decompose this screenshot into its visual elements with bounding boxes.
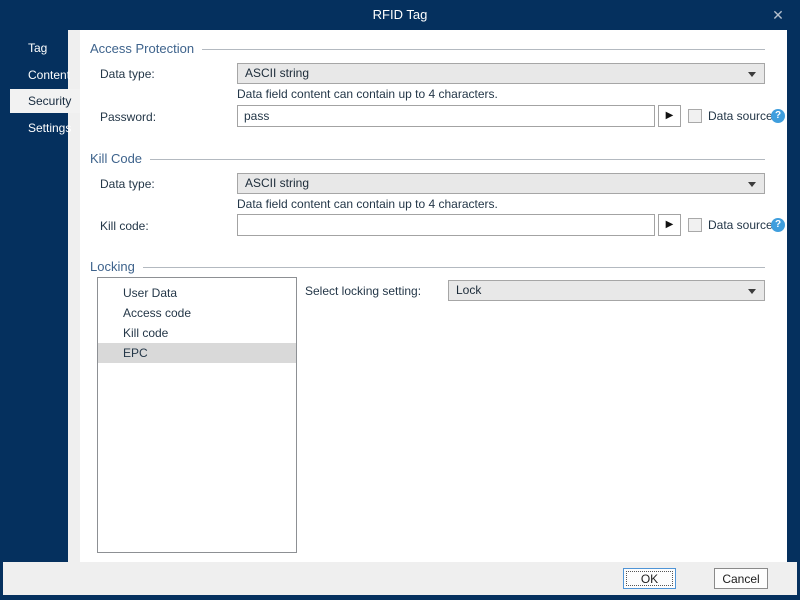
section-title: Locking — [90, 258, 135, 274]
chevron-down-icon — [748, 182, 756, 187]
kill-code-input[interactable] — [237, 214, 655, 236]
password-label: Password: — [100, 110, 157, 124]
sidebar-item-content[interactable]: Content — [10, 63, 80, 87]
titlebar: RFID Tag ✕ — [0, 0, 800, 30]
cancel-button[interactable]: Cancel — [714, 568, 768, 589]
kill-data-type-select[interactable]: ASCII string — [237, 173, 765, 194]
section-kill-code-header: Kill Code — [90, 150, 765, 166]
password-input[interactable] — [237, 105, 655, 127]
select-locking-setting-label: Select locking setting: — [305, 284, 422, 298]
list-item-user-data[interactable]: User Data — [98, 283, 296, 303]
help-icon[interactable]: ? — [771, 109, 785, 123]
section-title: Access Protection — [90, 40, 195, 56]
section-access-protection-header: Access Protection — [90, 40, 765, 56]
kill-code-label: Kill code: — [100, 219, 149, 233]
data-source-label: Data source — [708, 218, 773, 232]
kill-data-type-selected-value: ASCII string — [245, 176, 310, 190]
sidebar-item-security[interactable]: Security — [10, 89, 80, 113]
dialog-title: RFID Tag — [372, 7, 428, 22]
data-type-select[interactable]: ASCII string — [237, 63, 765, 84]
section-title: Kill Code — [90, 150, 143, 166]
help-icon[interactable]: ? — [771, 218, 785, 232]
chevron-down-icon — [748, 289, 756, 294]
data-type-label: Data type: — [100, 67, 155, 81]
insert-data-button[interactable]: ▶ — [658, 214, 681, 236]
data-type-label: Data type: — [100, 177, 155, 191]
helper-text: Data field content can contain up to 4 c… — [237, 197, 498, 211]
list-item-access-code[interactable]: Access code — [98, 303, 296, 323]
section-rule — [142, 266, 765, 268]
list-item-kill-code[interactable]: Kill code — [98, 323, 296, 343]
sidebar-item-tag[interactable]: Tag — [10, 36, 80, 60]
ok-button[interactable]: OK — [623, 568, 676, 589]
helper-text: Data field content can contain up to 4 c… — [237, 87, 498, 101]
sidebar-item-settings[interactable]: Settings — [10, 116, 80, 140]
play-icon: ▶ — [665, 219, 674, 230]
insert-data-button[interactable]: ▶ — [658, 105, 681, 127]
play-icon: ▶ — [665, 110, 674, 121]
footer-bar: OK Cancel — [3, 562, 797, 595]
data-source-checkbox[interactable] — [688, 109, 702, 123]
data-type-selected-value: ASCII string — [245, 66, 310, 80]
data-source-label: Data source — [708, 109, 773, 123]
section-locking-header: Locking — [90, 258, 765, 274]
section-rule — [202, 48, 765, 50]
locking-setting-select[interactable]: Lock — [448, 280, 765, 301]
list-item-epc[interactable]: EPC — [98, 343, 296, 363]
data-source-checkbox[interactable] — [688, 218, 702, 232]
chevron-down-icon — [748, 72, 756, 77]
content-panel: Access Protection Data type: ASCII strin… — [80, 30, 787, 562]
section-rule — [150, 158, 765, 160]
locking-setting-selected-value: Lock — [456, 283, 482, 297]
locking-fields-listbox: User Data Access code Kill code EPC — [97, 277, 297, 553]
close-icon[interactable]: ✕ — [766, 0, 790, 30]
